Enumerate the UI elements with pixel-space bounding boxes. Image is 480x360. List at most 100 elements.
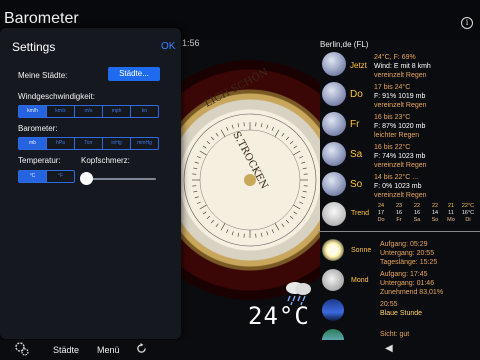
trend-column: 23 16 Fr [390, 203, 408, 224]
sun-line: Tageslänge: 15:25 [380, 259, 438, 266]
forecast-line: Wind: E mit 8 kmh [374, 63, 431, 70]
forecast-row[interactable]: Jetzt 24°C, F: 69% Wind: E mit 8 kmh ver… [318, 50, 480, 82]
pressure-option[interactable]: mb [19, 138, 47, 149]
dial-tick [293, 145, 298, 149]
moon-label: Mond [351, 277, 369, 284]
dial-tick [266, 124, 269, 129]
dial-tick [271, 126, 274, 131]
forecast-line: 17 bis 24°C [374, 84, 411, 91]
trend-high: 22°C [461, 203, 475, 209]
trend-row[interactable]: Trend 24 17 Do 23 16 Fr 22 16 Sa 22 14 So 21 11 Mo… [318, 200, 480, 230]
headache-slider-track[interactable] [86, 178, 156, 180]
dial-tick [274, 223, 280, 231]
dial-tick [237, 123, 240, 128]
headache-slider-thumb[interactable] [80, 172, 93, 185]
divider [318, 231, 480, 232]
refresh-icon[interactable] [136, 343, 147, 354]
info-icon[interactable]: i [461, 17, 473, 29]
forecast-row[interactable]: Sa 16 bis 22°C F: 74% 1023 mb vereinzelt… [318, 140, 480, 172]
dial-tick [210, 219, 215, 224]
cities-button[interactable]: Städte... [108, 67, 160, 81]
dial-tick [285, 219, 290, 224]
dial-tick [202, 211, 207, 215]
forecast-line: F: 91% 1019 mb [374, 93, 426, 100]
dial-tick [226, 126, 229, 131]
ok-button[interactable]: OK [161, 41, 175, 52]
trend-low: 16 [395, 210, 403, 216]
dial-tick [193, 167, 198, 170]
gear-icon[interactable] [14, 341, 30, 357]
temperature-segmented-control: °C °F [18, 170, 75, 183]
forecast-row[interactable]: So 14 bis 22°C ... F: 0% 1023 mb vereinz… [318, 170, 480, 202]
dial-tick [293, 211, 298, 215]
trend-low: 16°C [461, 210, 475, 216]
dial-tick [302, 190, 307, 193]
dial-tick [220, 129, 226, 137]
menu-tab[interactable]: Menü [97, 345, 120, 355]
wind-option[interactable]: km/s [47, 106, 75, 117]
forecast-info: 24°C, F: 69% Wind: E mit 8 kmh vereinzel… [374, 53, 431, 80]
temperature-option[interactable]: °C [19, 171, 47, 182]
dial-tick [281, 132, 285, 137]
pressure-option[interactable]: mmHg [131, 138, 158, 149]
wind-option[interactable]: mph [103, 106, 131, 117]
dial-tick [226, 229, 229, 234]
moon-icon [322, 269, 344, 291]
trend-low: 17 [377, 210, 385, 216]
trend-low: 16 [413, 210, 421, 216]
pressure-segmented-control: mb hPa Torr inHg mmHg [18, 137, 159, 150]
wind-segmented-control: km/h km/s m/s mph kn [18, 105, 159, 118]
dial-tick [215, 223, 219, 228]
wind-option[interactable]: kn [131, 106, 158, 117]
sun-label: Sonne [351, 247, 372, 254]
pressure-option[interactable]: Torr [75, 138, 103, 149]
forecast-line: vereinzelt Regen [374, 102, 427, 109]
forecast-line: F: 87% 1020 mb [374, 123, 426, 130]
cities-tab[interactable]: Städte [53, 345, 79, 355]
sun-line: Aufgang: 05:29 [380, 241, 428, 248]
sun-row[interactable]: Sonne Aufgang: 05:29 Untergang: 20:55 Tage… [318, 237, 480, 267]
sun-line: Untergang: 20:55 [380, 250, 435, 257]
dial-tick [301, 196, 306, 199]
dial-tick [285, 136, 290, 141]
cloud-rain-icon [322, 142, 346, 166]
forecast-info: 17 bis 24°C F: 91% 1019 mb vereinzelt Re… [374, 83, 427, 110]
clock-time: 1:56 [182, 38, 200, 48]
dial-tick [231, 231, 234, 236]
dial-tick [281, 223, 285, 228]
dial-tick [289, 215, 294, 220]
location-label: Berlin,de (FL) [320, 40, 369, 49]
trend-high: 23 [395, 203, 403, 209]
trend-day: Sa [413, 217, 421, 223]
forecast-line: vereinzelt Regen [374, 192, 427, 199]
dial-tick [206, 140, 211, 145]
forecast-day: Fr [350, 119, 360, 130]
forecast-row[interactable]: Do 17 bis 24°C F: 91% 1019 mb vereinzelt… [318, 80, 480, 112]
dial-tick [199, 204, 207, 210]
moon-line: Zunehmend 83,01% [380, 289, 444, 296]
dial-tick [237, 232, 240, 237]
dial-tick [194, 161, 199, 164]
pressure-option[interactable]: hPa [47, 138, 75, 149]
forecast-row[interactable]: Fr 16 bis 23°C F: 87% 1020 mb leichter R… [318, 110, 480, 142]
dial-tick [199, 150, 207, 156]
wind-option[interactable]: m/s [75, 106, 103, 117]
trend-day: Di [465, 217, 471, 223]
app-title: Barometer [4, 10, 79, 27]
thermometer-icon [322, 202, 346, 226]
blue-hour-info: 20:55 Blaue Stunde [380, 300, 422, 318]
forecast-info: 14 bis 22°C ... F: 0% 1023 mb vereinzelt… [374, 173, 427, 200]
forecast-line: 16 bis 22°C [374, 144, 411, 151]
back-arrow-icon[interactable]: ◀ [385, 343, 393, 354]
forecast-line: F: 0% 1023 mb [374, 183, 422, 190]
blue-hour-row[interactable]: 20:55 Blaue Stunde [318, 297, 480, 327]
temperature-option[interactable]: °F [47, 171, 74, 182]
wind-option[interactable]: km/h [19, 106, 47, 117]
dial-tick [293, 150, 301, 156]
forecast-line: 16 bis 23°C [374, 114, 411, 121]
trend-label: Trend [351, 210, 370, 217]
pressure-option[interactable]: inHg [103, 138, 131, 149]
forecast-line: 14 bis 22°C ... [374, 174, 419, 181]
headache-label: Kopfschmerz: [81, 156, 130, 165]
moon-row[interactable]: Mond Aufgang: 17:45 Untergang: 01:46 Zuneh… [318, 267, 480, 297]
